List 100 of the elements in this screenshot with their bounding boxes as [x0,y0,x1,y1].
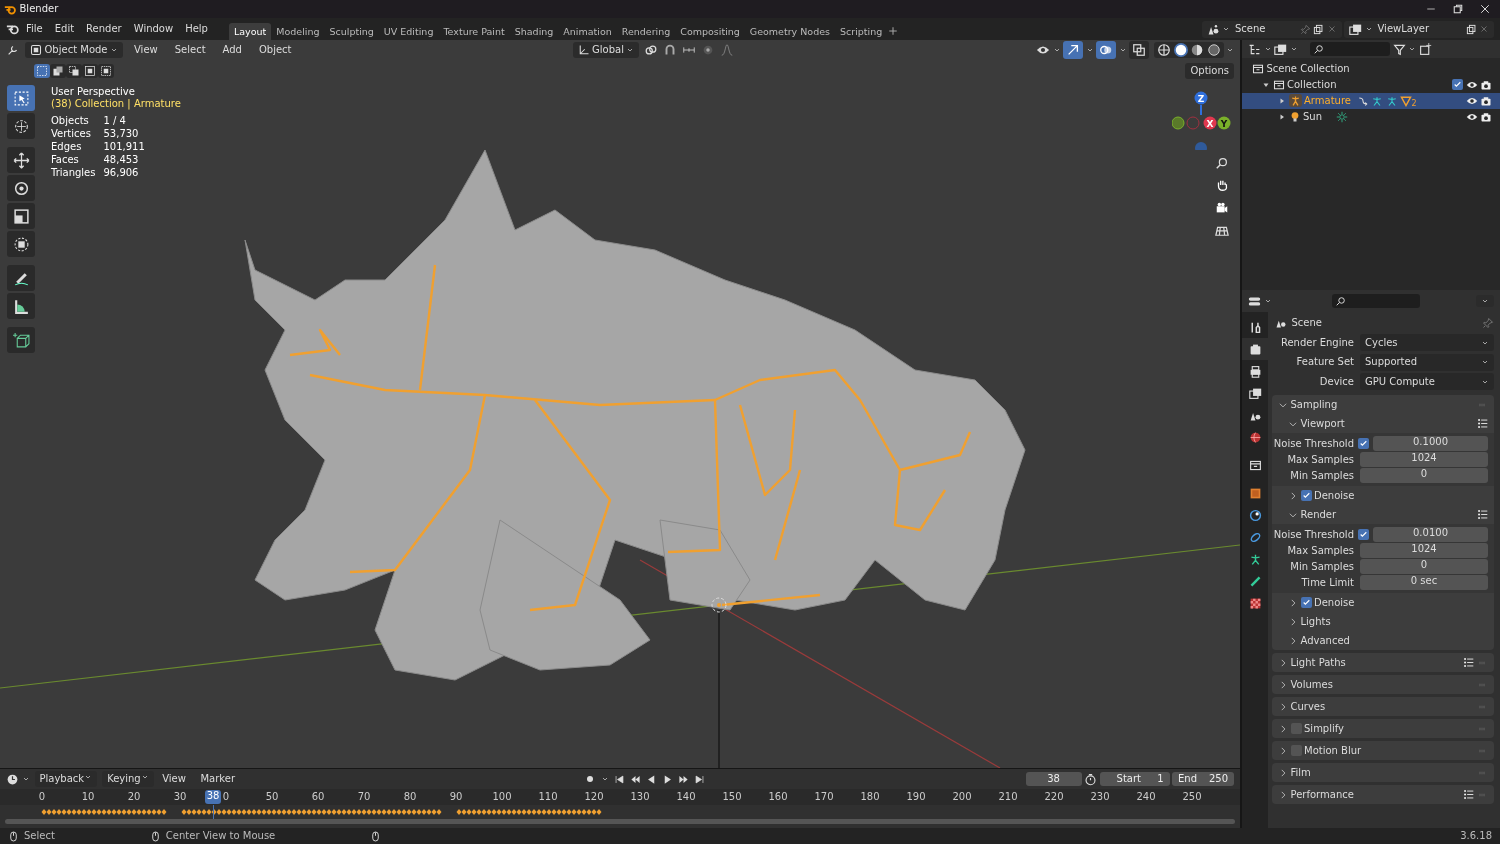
jump-start-icon[interactable] [613,773,625,785]
wireframe-shading-button[interactable] [1157,43,1171,57]
menu-item[interactable]: Window [127,21,180,37]
workspace-tab[interactable]: Modeling [271,22,325,40]
chevron-icon[interactable] [1288,597,1298,608]
list-icon[interactable] [1462,789,1474,800]
chevron-icon[interactable] [1278,723,1288,734]
close-icon[interactable] [1479,3,1491,15]
caret-icon[interactable] [600,775,609,783]
panel-header[interactable]: Viewport [1300,417,1475,430]
link-icon[interactable] [644,43,659,57]
transform-tool[interactable] [7,231,35,257]
menu-item[interactable]: View [156,771,192,787]
axis-handle[interactable]: Y [1217,116,1231,130]
caret-icon[interactable] [1085,46,1094,54]
next-keyframe-icon[interactable] [677,773,689,785]
caret-icon[interactable] [21,775,30,783]
chevron-icon[interactable] [1288,490,1298,501]
start-frame-field[interactable]: Start 1 [1099,772,1170,786]
workspace-tab[interactable]: Rendering [616,22,676,40]
checkbox[interactable] [1358,438,1369,449]
checkbox[interactable] [1358,529,1369,540]
number-field[interactable]: 1024 [1360,543,1488,558]
search-field[interactable] [1332,294,1420,308]
panel-header[interactable]: Render [1300,508,1475,521]
caret-icon[interactable] [1222,25,1230,33]
dropdown-field[interactable]: Supported [1360,353,1494,371]
rendered-shading-button[interactable] [1206,43,1221,57]
add-icon[interactable] [887,25,900,38]
number-field[interactable]: 1024 [1360,452,1488,467]
editor-type-icon[interactable] [1248,294,1261,308]
workspace-tab[interactable]: Layout [228,22,272,40]
mode-dropdown[interactable]: Object Mode [25,42,123,58]
hand-icon[interactable] [1215,178,1229,192]
caret-icon[interactable] [1263,297,1272,305]
display-mode-icon[interactable] [1248,42,1261,56]
select-box-tool[interactable] [7,85,35,111]
selection-mode-button[interactable] [82,64,98,78]
menu-dropdown[interactable]: Playback [34,771,98,787]
outliner-row[interactable]: Sun [1242,108,1500,125]
pin-icon[interactable] [1482,317,1494,329]
caret-icon[interactable] [1364,25,1373,33]
object-name[interactable]: Armature [1304,94,1354,107]
chevron-icon[interactable] [1278,679,1288,690]
menu-item[interactable]: Object [252,42,298,58]
camera-icon[interactable] [1480,110,1492,123]
outliner-row[interactable]: Armature 2 [1242,92,1500,109]
new-collection-icon[interactable] [1418,42,1432,56]
playhead-frame[interactable]: 38 [205,790,221,804]
chevron-icon[interactable] [1278,657,1288,668]
menu-item[interactable]: Add [216,42,248,58]
menu-item[interactable]: Marker [194,771,242,787]
disclosure-triangle-icon[interactable] [1278,96,1286,105]
stopwatch-icon[interactable] [1084,772,1097,786]
camera-icon[interactable] [1215,200,1229,215]
selection-mode-button[interactable] [98,64,114,78]
scrollbar[interactable] [5,819,1235,824]
cursor-tool[interactable] [7,113,35,139]
panel-header[interactable]: Sampling [1290,398,1474,411]
annotate-tool[interactable] [7,265,35,291]
axis-handle[interactable] [1172,116,1185,130]
chevron-icon[interactable] [1278,789,1288,800]
orientation-dropdown[interactable]: Global [572,42,640,58]
checkbox[interactable] [1300,490,1312,501]
options-dropdown[interactable]: Options [1185,63,1234,79]
rotate-tool[interactable] [7,175,35,201]
properties-tab[interactable] [1242,338,1268,360]
number-field[interactable]: 0.1000 [1373,436,1488,451]
axis-handle[interactable]: X [1203,116,1217,130]
restore-icon[interactable] [1452,3,1464,15]
overlay-toggle[interactable] [1096,41,1116,59]
dropdown-field[interactable]: Cycles [1360,334,1494,351]
selection-mode-button[interactable] [34,64,50,78]
camera-icon[interactable] [1480,94,1492,107]
checkbox[interactable] [1452,79,1463,90]
add-cube-tool[interactable] [7,327,35,353]
axis-handle[interactable]: Z [1194,91,1208,105]
solid-shading-button[interactable] [1173,43,1188,57]
number-field[interactable]: 0 sec [1360,575,1488,590]
number-field[interactable]: 0 [1360,559,1488,574]
workspace-tab[interactable]: Animation [558,22,617,40]
collection-name[interactable]: Scene Collection [1266,62,1350,75]
camera-icon[interactable] [1480,78,1492,91]
menu-item[interactable]: File [20,21,49,37]
menu-dropdown[interactable]: Keying [102,771,154,787]
copy-icon[interactable] [1313,23,1324,35]
workspace-tab[interactable]: Compositing [675,22,745,40]
checkbox[interactable] [1300,597,1312,608]
axis-handle[interactable] [1195,142,1207,150]
filter-icon[interactable] [1392,42,1406,56]
list-icon[interactable] [1477,418,1488,429]
panel-header[interactable]: Denoise [1314,489,1488,502]
caret-icon[interactable] [1263,45,1272,53]
collection-name[interactable]: Collection [1287,78,1450,91]
panel-header[interactable]: Denoise [1314,596,1488,609]
dropdown-field[interactable]: GPU Compute [1360,373,1494,390]
xray-toggle[interactable] [1129,41,1149,59]
number-field[interactable]: 0 [1360,468,1488,483]
workspace-tab[interactable]: Texture Paint [438,22,510,40]
material-shading-button[interactable] [1190,43,1204,57]
